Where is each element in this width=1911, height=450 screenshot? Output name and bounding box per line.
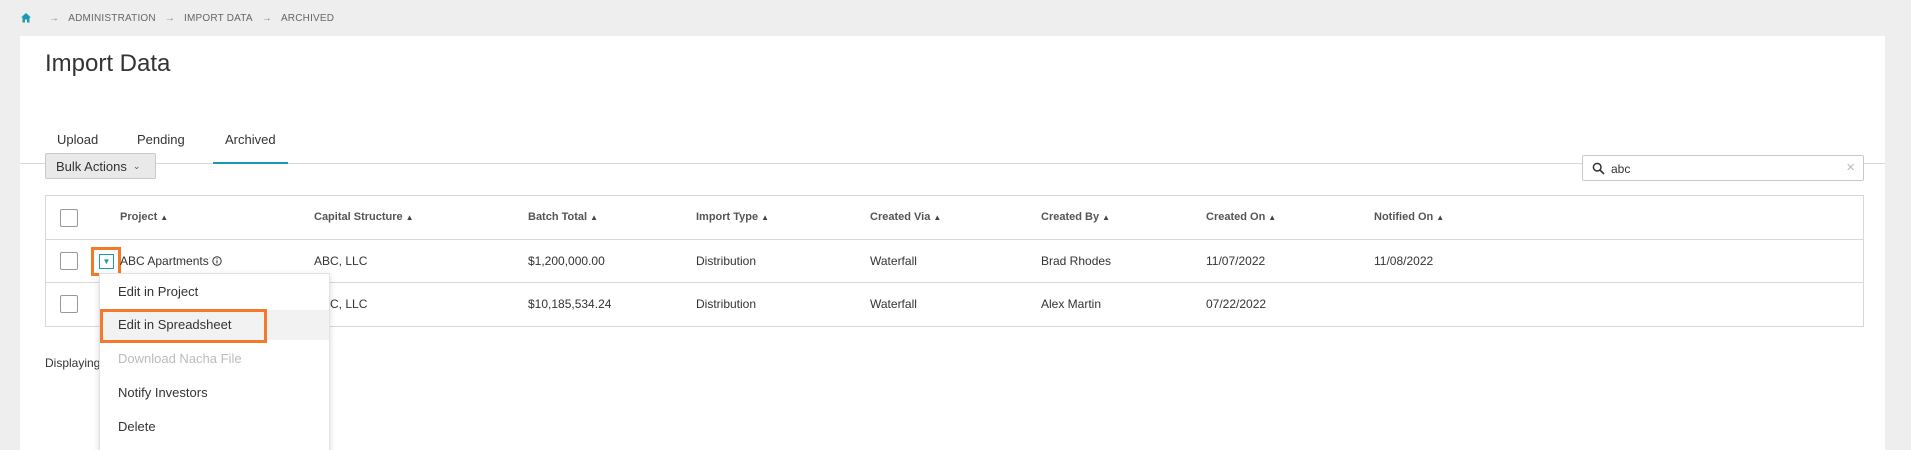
search-input[interactable] xyxy=(1611,160,1831,177)
caret-down-icon: ▼ xyxy=(99,254,114,269)
breadcrumb-import-data[interactable]: IMPORT DATA xyxy=(184,13,253,24)
sort-ascending-icon: ▲ xyxy=(933,213,942,222)
sort-ascending-icon: ▲ xyxy=(1436,213,1445,222)
column-header-project[interactable]: Project ▲ xyxy=(120,211,168,223)
column-header-capital-structure[interactable]: Capital Structure ▲ xyxy=(314,211,414,223)
sort-ascending-icon: ▲ xyxy=(405,213,414,222)
cell-created-by: Alex Martin xyxy=(1041,297,1102,311)
select-all-checkbox[interactable] xyxy=(60,209,78,227)
menu-item-download-nacha-file: Download Nacha File xyxy=(118,351,242,366)
cell-import-type: Distribution xyxy=(696,297,757,311)
column-header-created-via[interactable]: Created Via ▲ xyxy=(870,211,941,223)
table-header: Project ▲ Capital Structure ▲ Batch Total ▲… xyxy=(46,196,1863,240)
menu-item-delete[interactable]: Delete xyxy=(100,412,329,442)
column-header-batch-total[interactable]: Batch Total ▲ xyxy=(528,211,598,223)
tab-archived[interactable]: Archived xyxy=(213,130,288,164)
breadcrumb-separator: → xyxy=(49,12,60,24)
breadcrumb-administration[interactable]: ADMINISTRATION xyxy=(68,13,156,24)
sort-ascending-icon: ▲ xyxy=(160,213,169,222)
column-header-import-type[interactable]: Import Type ▲ xyxy=(696,211,769,223)
home-icon[interactable] xyxy=(20,12,32,24)
cell-import-type: Distribution xyxy=(696,254,757,268)
row-checkbox[interactable] xyxy=(60,252,78,270)
breadcrumb-separator: → xyxy=(164,12,176,24)
cell-notified-on: 11/08/2022 xyxy=(1374,254,1434,268)
cell-created-via: Waterfall xyxy=(870,297,917,311)
search-box: × xyxy=(1582,155,1864,181)
column-header-notified-on[interactable]: Notified On ▲ xyxy=(1374,211,1444,223)
row-checkbox[interactable] xyxy=(60,295,78,313)
info-icon[interactable] xyxy=(212,256,222,266)
column-header-created-by[interactable]: Created By ▲ xyxy=(1041,211,1110,223)
breadcrumb-separator: → xyxy=(261,12,272,24)
sort-ascending-icon: ▲ xyxy=(1268,213,1277,222)
column-header-created-on[interactable]: Created On ▲ xyxy=(1206,211,1276,223)
cell-batch-total: $1,200,000.00 xyxy=(528,254,605,268)
sort-ascending-icon: ▲ xyxy=(590,213,598,222)
cell-created-on: 11/07/2022 xyxy=(1206,254,1266,268)
clear-search-icon[interactable]: × xyxy=(1846,160,1855,176)
menu-item-notify-investors[interactable]: Notify Investors xyxy=(100,378,329,408)
row-actions-toggle[interactable]: ▼ xyxy=(91,247,121,276)
menu-item-edit-in-spreadsheet[interactable]: Edit in Spreadsheet xyxy=(100,309,329,343)
cell-batch-total: $10,185,534.24 xyxy=(528,297,612,311)
cell-created-via: Waterfall xyxy=(870,254,917,268)
cell-created-on: 07/22/2022 xyxy=(1206,297,1267,311)
menu-item-edit-in-project[interactable]: Edit in Project xyxy=(100,277,329,307)
search-icon xyxy=(1592,162,1605,175)
page-title: Import Data xyxy=(45,50,171,77)
breadcrumb-archived: ARCHIVED xyxy=(280,12,335,24)
row-actions-menu: Edit in Project Edit in Spreadsheet Down… xyxy=(99,273,330,450)
cell-capital-structure: ABC, LLC xyxy=(314,254,368,268)
sort-ascending-icon: ▲ xyxy=(761,213,770,222)
pagination-summary: Displaying xyxy=(45,356,101,370)
cell-created-by: Brad Rhodes xyxy=(1041,254,1112,268)
chevron-down-icon: ⌄ xyxy=(132,160,141,171)
cell-project[interactable]: ABC Apartments xyxy=(120,254,222,268)
highlight-box xyxy=(100,309,267,343)
sort-ascending-icon: ▲ xyxy=(1102,213,1110,222)
bulk-actions-label: Bulk Actions xyxy=(56,158,127,174)
breadcrumb: → ADMINISTRATION → IMPORT DATA → ARCHIVE… xyxy=(20,10,334,26)
bulk-actions-button[interactable]: Bulk Actions ⌄ xyxy=(45,153,156,179)
